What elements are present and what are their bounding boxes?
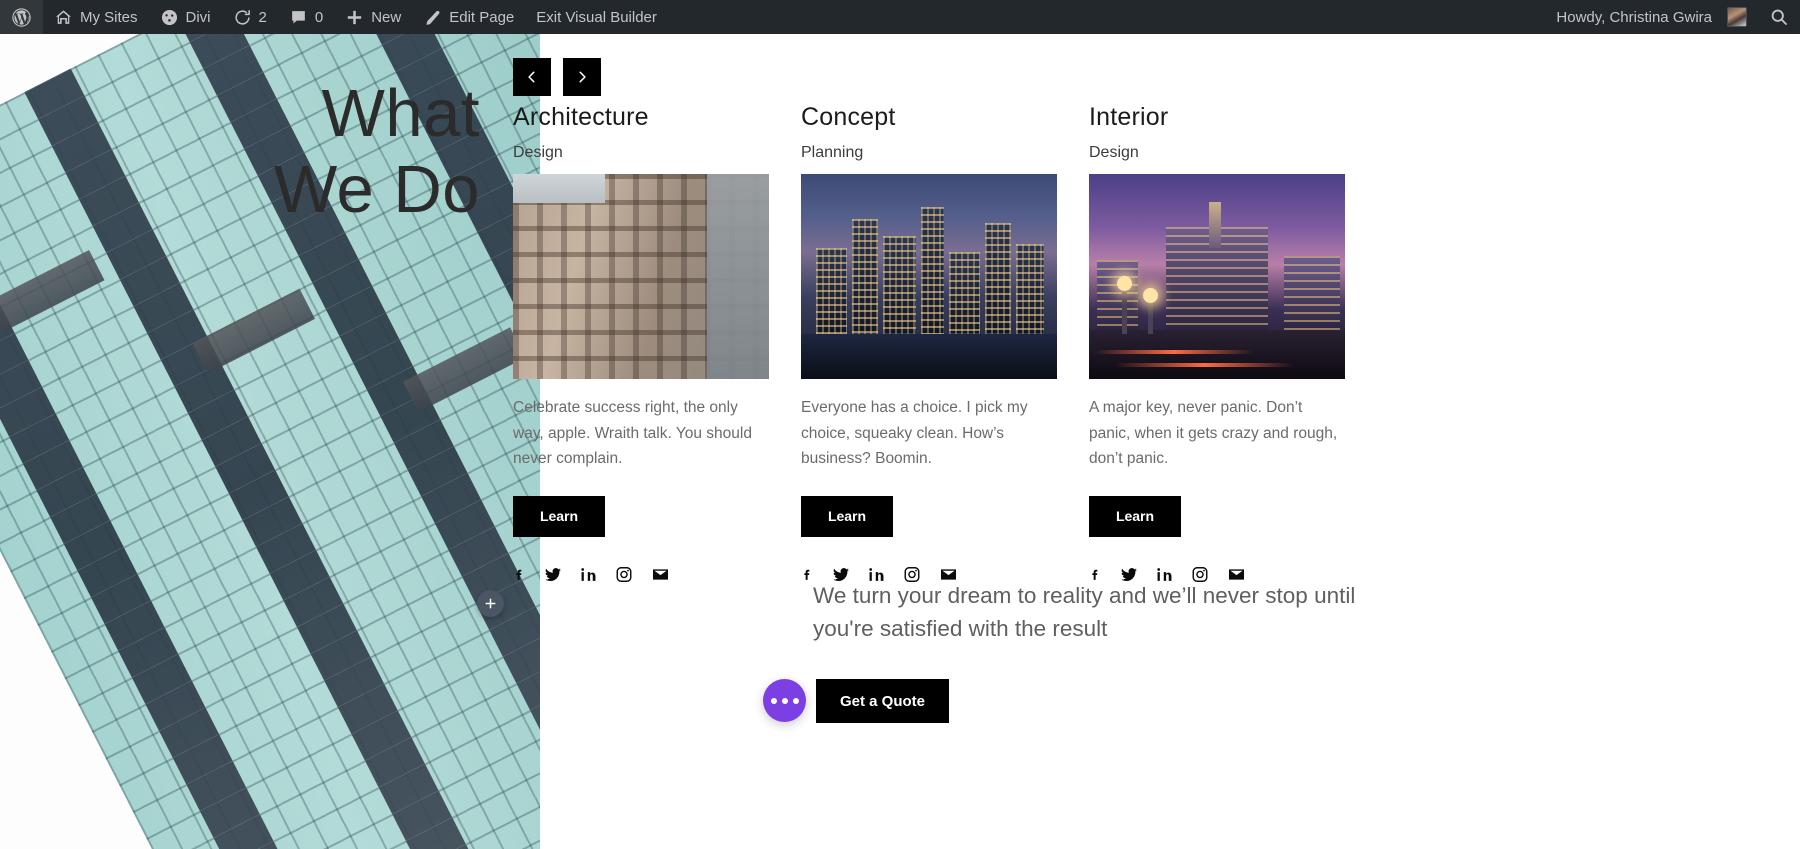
admin-bar-label-divi: Divi bbox=[185, 8, 211, 26]
comment-icon bbox=[289, 8, 308, 27]
street-building bbox=[1096, 260, 1138, 330]
clock-spire bbox=[1209, 201, 1222, 248]
wp-admin-bar: My Sites Divi 2 0 New Edit Page Exit Vis… bbox=[0, 0, 1800, 34]
admin-bar-label-exit-visual-builder: Exit Visual Builder bbox=[536, 8, 657, 26]
service-card-concept: Concept Planning Everyone has a choice. … bbox=[801, 102, 1057, 584]
email-icon[interactable] bbox=[651, 565, 670, 584]
skyline-tower bbox=[852, 219, 878, 334]
instagram-icon[interactable] bbox=[615, 565, 633, 584]
admin-bar-item-exit-visual-builder[interactable]: Exit Visual Builder bbox=[525, 0, 668, 34]
skyline-tower bbox=[882, 235, 917, 335]
skyline-tower bbox=[1016, 243, 1045, 335]
slider-prev-button[interactable] bbox=[513, 58, 551, 96]
headline-line-1: What bbox=[321, 76, 480, 151]
card-image-night-skyline bbox=[801, 174, 1057, 379]
street-lamp bbox=[1117, 275, 1133, 334]
search-icon bbox=[1769, 7, 1789, 27]
skyline-tower bbox=[816, 247, 848, 335]
admin-bar-item-edit-page[interactable]: Edit Page bbox=[412, 0, 525, 34]
avatar bbox=[1727, 7, 1747, 27]
admin-bar-label-my-sites: My Sites bbox=[80, 8, 138, 26]
learn-button[interactable]: Learn bbox=[513, 495, 605, 537]
slider-next-button[interactable] bbox=[563, 58, 601, 96]
updates-icon bbox=[233, 8, 252, 27]
night-skyline-art bbox=[801, 174, 1057, 379]
admin-bar-label-edit-page: Edit Page bbox=[449, 8, 515, 26]
skyline-water bbox=[801, 333, 1057, 379]
admin-bar-right-group: Howdy, Christina Gwira bbox=[1545, 0, 1800, 34]
admin-bar-item-search[interactable] bbox=[1758, 0, 1800, 34]
admin-bar-item-my-sites[interactable]: My Sites bbox=[43, 0, 149, 34]
admin-bar-label-comments: 0 bbox=[314, 8, 324, 26]
sites-icon bbox=[54, 8, 73, 27]
plus-icon bbox=[484, 597, 497, 610]
howdy-label: Howdy, Christina Gwira bbox=[1556, 8, 1712, 26]
skyline-tower bbox=[921, 206, 945, 335]
pencil-icon bbox=[423, 8, 442, 27]
ellipsis-dot bbox=[770, 697, 777, 704]
learn-button[interactable]: Learn bbox=[1089, 495, 1181, 537]
tagline-text: We turn your dream to reality and we’ll … bbox=[813, 583, 1356, 642]
learn-button[interactable]: Learn bbox=[801, 495, 893, 537]
card-title: Concept bbox=[801, 103, 896, 131]
hero-notch bbox=[0, 249, 105, 335]
ellipsis-dot bbox=[792, 697, 799, 704]
chevron-right-icon bbox=[575, 69, 589, 85]
headline-line-2: We Do bbox=[273, 152, 480, 228]
card-image-stone-building bbox=[513, 174, 769, 379]
image-sky-patch bbox=[513, 174, 606, 203]
street-road bbox=[1089, 329, 1345, 379]
light-trail bbox=[1094, 350, 1253, 355]
street-lamp bbox=[1142, 287, 1158, 334]
ellipsis-dot bbox=[781, 697, 788, 704]
twitter-icon[interactable] bbox=[544, 565, 562, 584]
stone-building-art bbox=[513, 174, 769, 379]
page-title: What We Do bbox=[150, 76, 480, 229]
add-module-button[interactable] bbox=[477, 590, 504, 617]
admin-bar-item-new[interactable]: New bbox=[334, 0, 412, 34]
card-subtitle: Design bbox=[513, 144, 563, 161]
card-subtitle: Design bbox=[1089, 144, 1139, 161]
hero-notch bbox=[403, 327, 526, 413]
skyline-tower bbox=[985, 223, 1011, 334]
card-body-text: Everyone has a choice. I pick my choice,… bbox=[801, 399, 1028, 468]
image-side-tower bbox=[707, 174, 769, 379]
divi-options-fab[interactable] bbox=[763, 679, 806, 722]
divi-icon bbox=[160, 8, 179, 27]
light-trail bbox=[1114, 362, 1294, 367]
services-card-row: Architecture Design Celebrate success ri… bbox=[513, 102, 1345, 584]
slider-controls bbox=[513, 58, 601, 96]
admin-bar-label-updates: 2 bbox=[258, 8, 267, 26]
chevron-left-icon bbox=[525, 69, 539, 85]
card-body-text: Celebrate success right, the only way, a… bbox=[513, 399, 752, 468]
admin-bar-item-divi[interactable]: Divi bbox=[149, 0, 222, 34]
page-canvas: What We Do Architecture Design Celebrate… bbox=[0, 34, 1800, 849]
street-building bbox=[1283, 256, 1341, 330]
admin-bar-item-comments[interactable]: 0 bbox=[278, 0, 334, 34]
admin-bar-item-howdy[interactable]: Howdy, Christina Gwira bbox=[1545, 0, 1758, 34]
service-card-interior: Interior Design A major key, never panic… bbox=[1089, 102, 1345, 584]
hero-notch bbox=[192, 288, 315, 374]
admin-bar-item-wp-logo[interactable] bbox=[0, 0, 43, 34]
service-card-architecture: Architecture Design Celebrate success ri… bbox=[513, 102, 769, 584]
admin-bar-label-new: New bbox=[371, 8, 402, 26]
card-title: Architecture bbox=[513, 103, 649, 131]
card-image-dusk-street bbox=[1089, 174, 1345, 379]
dusk-street-art bbox=[1089, 174, 1345, 379]
get-a-quote-button[interactable]: Get a Quote bbox=[816, 679, 949, 723]
facebook-icon[interactable] bbox=[513, 565, 526, 584]
plus-icon bbox=[345, 8, 364, 27]
card-body-text: A major key, never panic. Don’t panic, w… bbox=[1089, 399, 1338, 468]
social-links-row bbox=[513, 565, 769, 584]
wordpress-icon bbox=[11, 7, 32, 28]
admin-bar-item-updates[interactable]: 2 bbox=[222, 0, 278, 34]
skyline-tower bbox=[949, 251, 981, 334]
card-title: Interior bbox=[1089, 103, 1169, 131]
card-subtitle: Planning bbox=[801, 144, 864, 161]
linkedin-icon[interactable] bbox=[580, 565, 597, 584]
